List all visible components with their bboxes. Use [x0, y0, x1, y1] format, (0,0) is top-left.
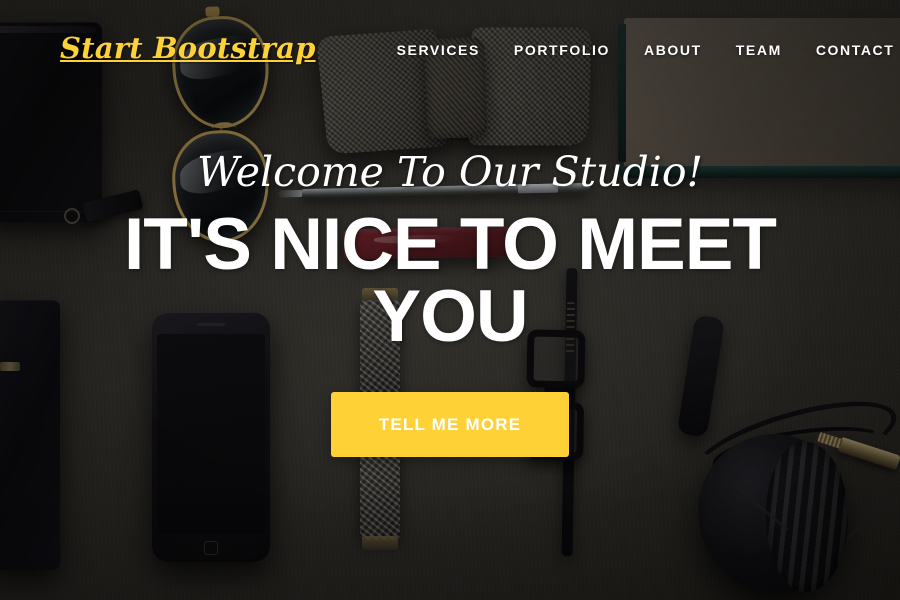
hero-intro-text: Welcome To Our Studio! IT'S NICE TO MEET… [0, 148, 900, 458]
main-navigation-bar: Start Bootstrap SERVICES PORTFOLIO ABOUT… [0, 0, 900, 100]
nav-link-portfolio[interactable]: PORTFOLIO [497, 40, 627, 60]
nav-item-contact: CONTACT [799, 40, 900, 60]
hero-headline: IT'S NICE TO MEET YOU [123, 204, 777, 357]
nav-links-list: SERVICES PORTFOLIO ABOUT TEAM CONTACT [380, 40, 900, 60]
nav-item-about: ABOUT [627, 40, 719, 60]
nav-link-about[interactable]: ABOUT [627, 40, 719, 60]
hero-lead-text: Welcome To Our Studio! [196, 148, 703, 196]
nav-link-team[interactable]: TEAM [719, 40, 799, 60]
nav-item-team: TEAM [719, 40, 799, 60]
nav-link-contact[interactable]: CONTACT [799, 40, 900, 60]
nav-item-portfolio: PORTFOLIO [497, 40, 627, 60]
nav-link-services[interactable]: SERVICES [380, 40, 497, 60]
masthead-hero-section: Start Bootstrap SERVICES PORTFOLIO ABOUT… [0, 0, 900, 600]
tell-me-more-button[interactable]: TELL ME MORE [330, 392, 570, 458]
nav-item-services: SERVICES [380, 40, 497, 60]
brand-logo[interactable]: Start Bootstrap [60, 34, 316, 63]
